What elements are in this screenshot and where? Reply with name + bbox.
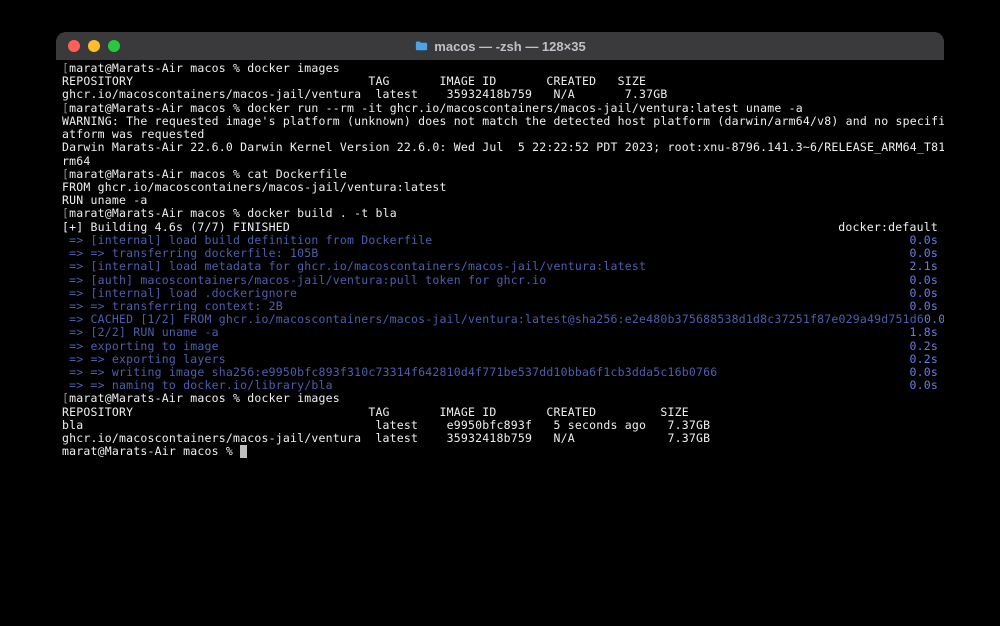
window-title-text: macos — -zsh — 128×35 [434,39,585,54]
titlebar[interactable]: macos — -zsh — 128×35 [56,32,944,60]
traffic-lights [68,40,120,52]
terminal-window: macos — -zsh — 128×35 [marat@Marats-Air … [56,32,944,603]
window-title: macos — -zsh — 128×35 [56,39,944,54]
cursor [240,445,247,458]
minimize-icon[interactable] [88,40,100,52]
fullscreen-icon[interactable] [108,40,120,52]
close-icon[interactable] [68,40,80,52]
folder-icon [414,39,429,54]
terminal-body[interactable]: [marat@Marats-Air macos % docker images … [56,60,944,603]
